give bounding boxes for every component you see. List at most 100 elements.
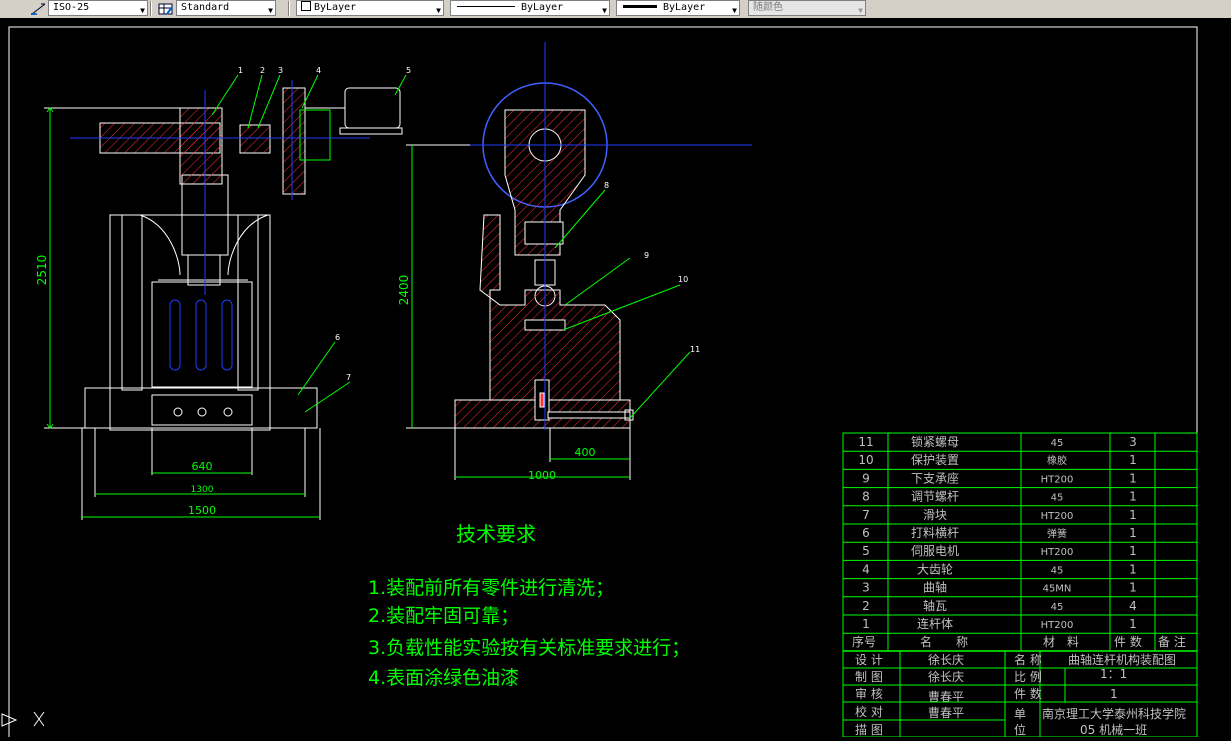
bom-rows: 11 锁紧螺母 45 310 保护装置 橡胶 19 下支承座 HT200 18 调节螺杆 45 17 滑块…	[858, 434, 1136, 631]
bom-header: 序号 名 称 材 料 件 数 备 注	[852, 634, 1186, 649]
drawing-canvas[interactable]: 2510 640 1300 1500 1 2 3 4 5 6 7 2400 40…	[0, 18, 1231, 740]
bom-cell-qty: 1	[1129, 581, 1137, 595]
bom-cell-qty: 1	[1129, 453, 1137, 467]
bom-cell-material: 橡胶	[1047, 454, 1067, 467]
bom-cell-name: 轴瓦	[923, 598, 947, 613]
front-width-dim: 1500	[188, 504, 216, 517]
bom-cell-material: HT200	[1041, 474, 1074, 485]
bom-cell-no: 9	[862, 471, 870, 485]
unit-value: 05 机械一班	[1080, 722, 1147, 737]
bom-cell-qty: 1	[1129, 562, 1137, 576]
requirement-item: 4.表面涂绿色油漆	[368, 667, 519, 689]
drawing-svg[interactable]: 2510 640 1300 1500 1 2 3 4 5 6 7 2400 40…	[0, 18, 1231, 740]
requirements-title: 技术要求	[456, 522, 536, 546]
bom-cell-no: 2	[862, 599, 870, 613]
bom-cell-name: 连杆体	[917, 616, 953, 631]
part-ref: 7	[346, 373, 351, 382]
check-label: 校 对	[855, 704, 883, 719]
bom-cell-no: 6	[862, 526, 870, 540]
chevron-down-icon: ▼	[140, 6, 145, 15]
bom-cell-name: 打料横杆	[911, 526, 959, 540]
bom-cell-material: 弹簧	[1047, 527, 1067, 540]
front-view	[44, 74, 407, 520]
bom-cell-name: 锁紧螺母	[911, 434, 959, 449]
chevron-down-icon: ▼	[602, 6, 607, 15]
chevron-down-icon: ▼	[268, 6, 273, 15]
part-ref: 11	[690, 345, 700, 354]
bom-cell-name: 保护装置	[911, 453, 959, 467]
chevron-down-icon: ▼	[732, 6, 737, 15]
part-ref: 6	[335, 333, 340, 342]
linetype-select[interactable]: ByLayer ▼	[450, 0, 610, 16]
bom-header-note: 备 注	[1158, 634, 1186, 649]
side-width-dim: 1000	[528, 469, 556, 482]
review-label: 审 核	[855, 686, 883, 701]
unit-label: 单	[1014, 707, 1026, 721]
design-name: 徐长庆	[928, 652, 964, 667]
bom-row-lines	[843, 450, 1197, 634]
side-width-dim: 400	[575, 446, 596, 459]
unit-label: 位	[1014, 722, 1026, 737]
bom-cell-no: 11	[858, 435, 873, 449]
bom-cell-qty: 1	[1129, 508, 1137, 522]
tablestyle-select[interactable]: Standard ▼	[176, 0, 276, 16]
title-value: 曲轴连杆机构装配图	[1068, 652, 1176, 667]
bom-cell-no: 3	[862, 581, 870, 595]
part-ref: 1	[238, 66, 243, 75]
bom-cell-qty: 4	[1129, 599, 1137, 613]
part-ref: 2	[260, 66, 265, 75]
scale-value: 1：1	[1100, 667, 1127, 681]
bom-cell-material: 45	[1051, 565, 1064, 576]
side-view	[406, 42, 752, 480]
bom-header-material: 材 料	[1043, 635, 1079, 649]
bom-header-no: 序号	[852, 634, 876, 649]
draw-label: 制 图	[855, 670, 883, 684]
bom-cell-qty: 1	[1129, 490, 1137, 504]
part-ref: 8	[604, 181, 609, 190]
bom-cell-qty: 1	[1129, 526, 1137, 540]
side-height-dim: 2400	[397, 275, 411, 306]
bom-cell-qty: 1	[1129, 617, 1137, 631]
bom-cell-no: 4	[862, 562, 870, 576]
lineweight-select[interactable]: ByLayer ▼	[616, 0, 740, 16]
part-ref: 4	[316, 66, 321, 75]
bom-cell-no: 7	[862, 508, 870, 522]
bom-cell-qty: 1	[1129, 471, 1137, 485]
front-height-dim: 2510	[35, 255, 49, 286]
color-swatch	[301, 1, 311, 11]
bom-cell-no: 8	[862, 490, 870, 504]
bom-cell-qty: 1	[1129, 544, 1137, 558]
part-ref: 3	[278, 66, 283, 75]
linetype-preview	[457, 6, 515, 7]
scale-label: 比 例	[1014, 670, 1042, 684]
bom-header-name: 名 称	[920, 634, 968, 649]
unit-value: 南京理工大学泰州科技学院	[1042, 706, 1186, 721]
design-label: 设 计	[855, 653, 883, 667]
toolbar-separator	[288, 1, 290, 16]
color-select[interactable]: ByLayer ▼	[296, 0, 444, 16]
chevron-down-icon: ▼	[858, 6, 863, 15]
count-value: 1	[1110, 687, 1118, 701]
bom-cell-name: 大齿轮	[917, 562, 953, 576]
title-block: 设 计 徐长庆 制 图 徐长庆 审 核 曹春平 校 对 曹春平 描 图 名 称 …	[855, 652, 1186, 737]
dimstyle-select[interactable]: ISO-25 ▼	[48, 0, 148, 16]
bom-cell-material: 45	[1051, 493, 1064, 504]
requirement-item: 1.装配前所有零件进行清洗；	[368, 577, 614, 599]
front-width-dim: 1300	[191, 485, 214, 495]
tablestyle-icon[interactable]	[158, 1, 174, 15]
bom-cell-no: 5	[862, 544, 870, 558]
bom-header-qty: 件 数	[1114, 634, 1142, 649]
dimstyle-icon[interactable]	[31, 1, 47, 15]
part-ref: 9	[644, 251, 649, 260]
title-label: 名 称	[1014, 652, 1042, 667]
properties-toolbar: ISO-25 ▼ Standard ▼ ByLayer ▼ ByLayer ▼ ByLa…	[0, 0, 1231, 19]
bom-cell-name: 调节螺杆	[911, 490, 959, 504]
count-label: 件 数	[1014, 686, 1042, 701]
bom-cell-material: 45MN	[1043, 584, 1072, 595]
bom-cell-no: 1	[862, 617, 870, 631]
bom-cell-name: 曲轴	[923, 580, 947, 595]
trace-label: 描 图	[855, 723, 883, 737]
requirement-item: 3.负载性能实验按有关标准要求进行；	[368, 637, 690, 659]
bom-cell-material: HT200	[1041, 511, 1074, 522]
bom-cell-name: 伺服电机	[911, 544, 959, 558]
